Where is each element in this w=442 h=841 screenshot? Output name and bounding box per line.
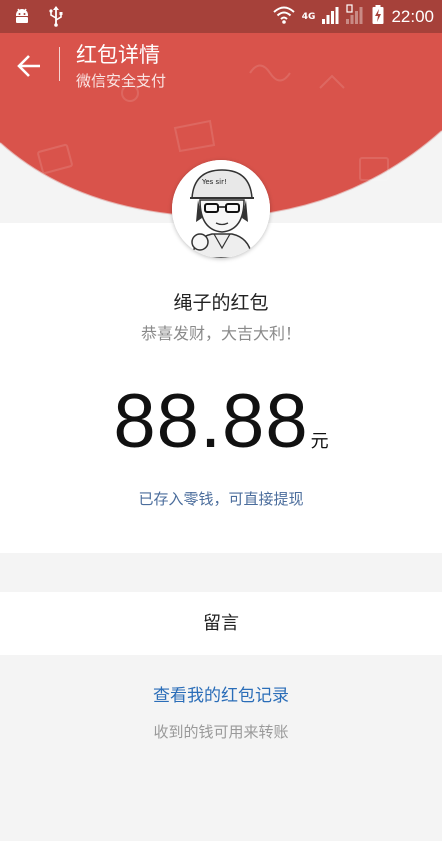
status-time: 22:00 [391,7,434,26]
avatar-caption: Yes sir! [201,178,227,186]
amount-unit: 元 [310,431,329,452]
android-icon [12,6,32,30]
avatar-cartoon-image: Yes sir! [172,160,270,258]
signal-secondary-icon [345,4,365,30]
page-subtitle: 微信安全支付 [76,72,167,90]
battery-charging-icon [371,4,385,30]
usb-icon [48,5,64,31]
wifi-icon [272,5,296,29]
red-packet-detail-screen: 4G 22:00 红包详情 微信安全支付 Yes sir! 绳子的红包 恭喜发财… [0,0,442,841]
view-records-link[interactable]: 查看我的红包记录 [0,681,442,706]
header-divider [59,47,60,81]
message-row[interactable]: 留言 [0,592,442,655]
page-title: 红包详情 [76,43,160,67]
deposited-to-balance-link[interactable]: 已存入零钱，可直接提现 [0,488,442,509]
network-type: 4G [301,12,316,22]
status-bar: 4G 22:00 [0,0,442,33]
greeting-message: 恭喜发财，大吉大利！ [140,324,301,343]
amount-value: 88.88 [113,379,309,464]
signal-icon [321,5,339,29]
sender-avatar[interactable]: Yes sir! [172,160,270,258]
sender-name: 绳子的红包 [173,292,269,314]
amount-block: 88.88 元 [0,378,442,465]
usage-note: 收到的钱可用来转账 [153,723,289,741]
back-arrow-icon[interactable] [14,51,46,81]
